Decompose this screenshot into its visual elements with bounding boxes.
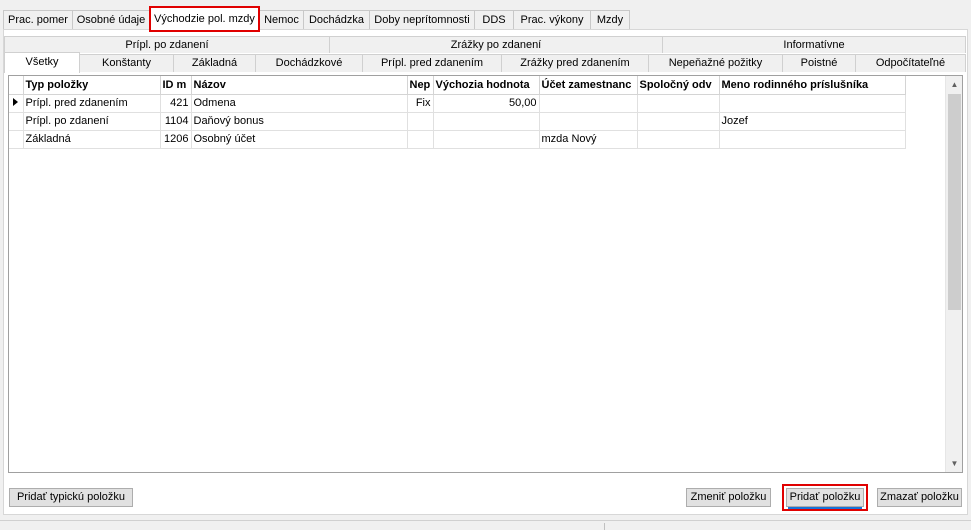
delete-item-button[interactable]: Zmazať položku bbox=[877, 488, 962, 507]
tab-zrazky-pred-zdanenim[interactable]: Zrážky pred zdanením bbox=[501, 54, 649, 72]
cell-id[interactable]: 421 bbox=[160, 94, 192, 113]
row-indicator bbox=[9, 112, 24, 131]
tab-zakladna[interactable]: Základná bbox=[173, 54, 256, 72]
sub-tab-row: Všetky Konštanty Základná Dochádzkové Pr… bbox=[4, 52, 966, 73]
add-typical-item-button[interactable]: Pridať typickú položku bbox=[9, 488, 133, 507]
row-indicator bbox=[9, 94, 24, 113]
cell-nazov[interactable]: Odmena bbox=[191, 94, 408, 113]
tab-vychodzie-pol-mzdy[interactable]: Východzie pol. mzdy bbox=[149, 6, 260, 32]
column-header-meno-rodinneho-prislusnika[interactable]: Meno rodinného príslušníka bbox=[719, 76, 906, 95]
cell-nep[interactable] bbox=[407, 112, 434, 131]
cell-meno-rodinneho-prislusnika[interactable] bbox=[719, 130, 906, 149]
cell-typ-polozky[interactable]: Prípl. pred zdanením bbox=[23, 94, 161, 113]
tab-mzdy[interactable]: Mzdy bbox=[590, 10, 630, 30]
cell-id[interactable]: 1104 bbox=[160, 112, 192, 131]
tab-dochadzkove[interactable]: Dochádzkové bbox=[255, 54, 363, 72]
cell-id[interactable]: 1206 bbox=[160, 130, 192, 149]
tab-nemoc[interactable]: Nemoc bbox=[259, 10, 304, 30]
cell-nazov[interactable]: Daňový bonus bbox=[191, 112, 408, 131]
column-header-typ-polozky[interactable]: Typ položky bbox=[23, 76, 161, 95]
column-header-vychozia-hodnota[interactable]: Výchozia hodnota bbox=[433, 76, 540, 95]
tab-osobne-udaje[interactable]: Osobné údaje bbox=[72, 10, 150, 30]
scroll-up-arrow-icon[interactable]: ▲ bbox=[946, 76, 963, 93]
cell-vychozia-hodnota[interactable] bbox=[433, 112, 540, 131]
cell-spolocny-odvod[interactable] bbox=[637, 94, 720, 113]
category-tab-row: Prípl. po zdanení Zrážky po zdanení Info… bbox=[4, 36, 966, 53]
tab-dochadzka[interactable]: Dochádzka bbox=[303, 10, 370, 30]
table-row[interactable]: Prípl. po zdanení 1104 Daňový bonus Joze… bbox=[9, 112, 906, 131]
cell-ucet-zamestnanca[interactable] bbox=[539, 112, 638, 131]
tab-poistne[interactable]: Poistné bbox=[782, 54, 856, 72]
scroll-down-arrow-icon[interactable]: ▼ bbox=[946, 455, 963, 472]
vertical-scrollbar[interactable]: ▲ ▼ bbox=[945, 76, 962, 472]
tab-prac-vykony[interactable]: Prac. výkony bbox=[513, 10, 591, 30]
cell-spolocny-odvod[interactable] bbox=[637, 112, 720, 131]
current-row-pointer-icon bbox=[13, 98, 18, 106]
tab-prac-pomer[interactable]: Prac. pomer bbox=[3, 10, 73, 30]
items-table: Typ položky ID m Názov Nep Výchozia hodn… bbox=[9, 76, 906, 149]
add-item-button[interactable]: Pridať položku bbox=[782, 484, 868, 511]
scroll-thumb[interactable] bbox=[948, 94, 961, 310]
row-indicator-header bbox=[9, 76, 24, 95]
cell-spolocny-odvod[interactable] bbox=[637, 130, 720, 149]
cell-nep[interactable] bbox=[407, 130, 434, 149]
column-header-nazov[interactable]: Názov bbox=[191, 76, 408, 95]
cell-ucet-zamestnanca[interactable]: mzda Nový bbox=[539, 130, 638, 149]
table-row[interactable]: Prípl. pred zdanením 421 Odmena Fix 50,0… bbox=[9, 94, 906, 113]
change-item-button[interactable]: Zmeniť položku bbox=[686, 488, 771, 507]
tab-odpocitatelne[interactable]: Odpočítateľné bbox=[855, 54, 966, 72]
tab-vsetky[interactable]: Všetky bbox=[4, 52, 80, 73]
table-header-row: Typ položky ID m Názov Nep Výchozia hodn… bbox=[9, 76, 906, 95]
tab-doby-nepritomnosti[interactable]: Doby neprítomnosti bbox=[369, 10, 475, 30]
cell-typ-polozky[interactable]: Základná bbox=[23, 130, 161, 149]
tab-pripl-po-zdaneni[interactable]: Prípl. po zdanení bbox=[4, 36, 330, 53]
tab-dds[interactable]: DDS bbox=[474, 10, 514, 30]
table-row[interactable]: Základná 1206 Osobný účet mzda Nový bbox=[9, 130, 906, 149]
tab-nepenazne-pozitky[interactable]: Nepeňažné požitky bbox=[648, 54, 783, 72]
cell-meno-rodinneho-prislusnika[interactable]: Jozef bbox=[719, 112, 906, 131]
top-tab-strip: Prac. pomer Osobné údaje Východzie pol. … bbox=[3, 6, 630, 32]
cell-nazov[interactable]: Osobný účet bbox=[191, 130, 408, 149]
column-header-spolocny-odvod[interactable]: Spoločný odv bbox=[637, 76, 720, 95]
cell-ucet-zamestnanca[interactable] bbox=[539, 94, 638, 113]
tab-konstanty[interactable]: Konštanty bbox=[79, 54, 174, 72]
cell-typ-polozky[interactable]: Prípl. po zdanení bbox=[23, 112, 161, 131]
cell-nep[interactable]: Fix bbox=[407, 94, 434, 113]
column-header-nep[interactable]: Nep bbox=[407, 76, 434, 95]
cell-vychozia-hodnota[interactable]: 50,00 bbox=[433, 94, 540, 113]
tab-pripl-pred-zdanenim[interactable]: Prípl. pred zdanením bbox=[362, 54, 502, 72]
status-bar bbox=[0, 520, 971, 530]
column-header-id[interactable]: ID m bbox=[160, 76, 192, 95]
cell-vychozia-hodnota[interactable] bbox=[433, 130, 540, 149]
tab-informativne[interactable]: Informatívne bbox=[662, 36, 966, 53]
row-indicator bbox=[9, 130, 24, 149]
items-grid[interactable]: Typ položky ID m Názov Nep Výchozia hodn… bbox=[8, 75, 963, 473]
tab-zrazky-po-zdaneni[interactable]: Zrážky po zdanení bbox=[329, 36, 663, 53]
column-header-ucet-zamestnanca[interactable]: Účet zamestnanc bbox=[539, 76, 638, 95]
cell-meno-rodinneho-prislusnika[interactable] bbox=[719, 94, 906, 113]
